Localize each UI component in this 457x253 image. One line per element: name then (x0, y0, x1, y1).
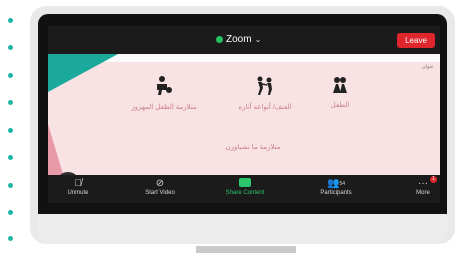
monitor-chin (38, 214, 447, 244)
monitor-stand (196, 246, 296, 253)
topic-syndrome: متلازمة ما نشباوزن (218, 142, 288, 153)
dot (8, 155, 13, 160)
chevron-down-icon: ⌄ (254, 35, 262, 44)
teal-corner-shape (48, 54, 118, 92)
meeting-toolbar: 🎙̸ Unmute ⊘ Start Video Share Content 👥5… (48, 175, 440, 203)
unmute-label: Unmute (67, 190, 89, 196)
topic-label: متلازمة الطفل المهزوز (131, 104, 197, 111)
slide-header-text: عنوان (421, 64, 434, 70)
meeting-info-button[interactable]: Zoom ⌄ (216, 34, 261, 45)
topic-label: العنف/ أنواعه آثاره (238, 104, 292, 111)
zoom-topbar: Zoom ⌄ Leave (48, 26, 440, 54)
more-label: More (416, 190, 430, 196)
dot (8, 100, 13, 105)
dot (8, 236, 13, 241)
participants-button[interactable]: 👥54 Participants (314, 178, 358, 196)
leave-button[interactable]: Leave (397, 33, 435, 48)
unmute-button[interactable]: 🎙̸ Unmute (58, 178, 98, 196)
topic-label: متلازمة ما نشباوزن (225, 144, 281, 151)
more-badge: 1 (430, 176, 437, 183)
start-video-button[interactable]: ⊘ Start Video (138, 178, 182, 196)
share-screen-icon (239, 178, 251, 187)
share-content-button[interactable]: Share Content (220, 178, 270, 196)
security-shield-icon (216, 36, 223, 43)
muted-microphone-icon: 🎙̸ (74, 178, 82, 189)
dot (8, 210, 13, 215)
dot (8, 128, 13, 133)
shaken-baby-icon (157, 76, 172, 95)
children-icon (333, 77, 347, 93)
share-content-label: Share Content (225, 190, 265, 196)
topic-child: الطفل (310, 76, 370, 111)
participants-count: 54 (339, 181, 345, 187)
dot (8, 45, 13, 50)
more-button[interactable]: ··· 1 More (410, 176, 437, 196)
dot (8, 18, 13, 23)
dot (8, 73, 13, 78)
dot (8, 183, 13, 188)
start-video-label: Start Video (145, 190, 175, 196)
participants-icon: 👥54 (326, 178, 345, 189)
video-off-icon: ⊘ (155, 178, 165, 189)
topic-label: الطفل (330, 102, 350, 109)
window-title: Zoom (226, 34, 252, 45)
violence-icon (257, 76, 272, 95)
topic-shaken-baby: متلازمة الطفل المهزوز (120, 76, 208, 113)
participants-label: Participants (320, 190, 352, 196)
topic-violence: العنف/ أنواعه آثاره (234, 76, 296, 113)
